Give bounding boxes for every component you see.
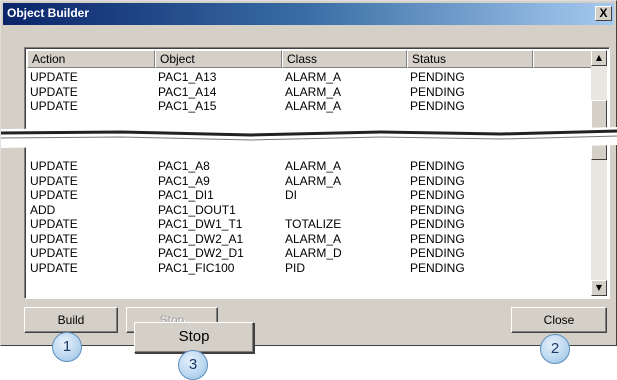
cell-status: PENDING bbox=[410, 260, 465, 275]
scroll-thumb-upper[interactable] bbox=[591, 100, 607, 136]
scroll-down-button[interactable]: ▼ bbox=[591, 280, 607, 296]
close-window-button[interactable]: X bbox=[595, 6, 612, 21]
cell-status: PENDING bbox=[410, 188, 465, 202]
cell-object: PAC1_A8 bbox=[158, 159, 210, 173]
cell-object: PAC1_A13 bbox=[158, 70, 217, 84]
table-row[interactable]: UPDATE PAC1_A15 ALARM_A PENDING bbox=[27, 99, 593, 114]
cell-status: PENDING bbox=[410, 217, 465, 231]
cell-status: PENDING bbox=[410, 231, 465, 246]
cell-status: PENDING bbox=[410, 99, 465, 113]
cell-class: TOTALIZE bbox=[285, 217, 342, 231]
cell-class: DI bbox=[285, 188, 297, 202]
object-list[interactable]: Action Object Class Status UPDATE PAC1_A1… bbox=[24, 47, 610, 299]
cell-action: UPDATE bbox=[30, 173, 78, 188]
build-button[interactable]: Build bbox=[24, 307, 118, 333]
callout-badge-1: 1 bbox=[52, 332, 82, 362]
cell-object: PAC1_DW2_D1 bbox=[158, 246, 244, 260]
close-button[interactable]: Close bbox=[511, 307, 607, 333]
cell-status: PENDING bbox=[410, 159, 465, 173]
cell-class: ALARM_D bbox=[285, 246, 342, 260]
column-header-object[interactable]: Object bbox=[155, 50, 282, 68]
list-header: Action Object Class Status bbox=[27, 50, 593, 68]
cell-class: ALARM_A bbox=[285, 70, 342, 84]
cell-object: PAC1_DI1 bbox=[158, 188, 214, 202]
cell-status: PENDING bbox=[410, 70, 465, 84]
column-header-extra[interactable] bbox=[533, 50, 593, 68]
cell-class: ALARM_A bbox=[285, 159, 342, 173]
column-header-class[interactable]: Class bbox=[282, 50, 407, 68]
cell-status: PENDING bbox=[410, 202, 465, 217]
table-row[interactable]: UPDATE PAC1_DW1_T1 TOTALIZE PENDING bbox=[27, 217, 593, 232]
cell-action: UPDATE bbox=[30, 188, 78, 202]
stop-button-callout[interactable]: Stop bbox=[134, 322, 254, 353]
object-builder-window: Object Builder X Action Object Class Sta… bbox=[0, 0, 617, 346]
cell-class: ALARM_A bbox=[285, 231, 342, 246]
cell-object: PAC1_A9 bbox=[158, 173, 210, 188]
cell-class bbox=[282, 203, 407, 218]
scroll-up-arrow-icon: ▲ bbox=[595, 53, 603, 62]
table-row[interactable]: UPDATE PAC1_DW2_A1 ALARM_A PENDING bbox=[27, 232, 593, 247]
table-row[interactable]: UPDATE PAC1_A8 ALARM_A PENDING bbox=[27, 159, 593, 174]
vertical-scrollbar[interactable]: ▲ ▼ bbox=[591, 50, 607, 296]
scroll-up-button[interactable]: ▲ bbox=[591, 50, 607, 66]
column-header-action[interactable]: Action bbox=[27, 50, 155, 68]
cell-status: PENDING bbox=[410, 246, 465, 260]
table-row[interactable]: UPDATE PAC1_FIC100 PID PENDING bbox=[27, 261, 593, 276]
cell-action: UPDATE bbox=[30, 84, 78, 99]
list-rows-bottom: UPDATE PAC1_A8 ALARM_A PENDING UPDATE PAC1_A9… bbox=[27, 159, 593, 275]
cell-action: UPDATE bbox=[30, 70, 78, 84]
scroll-down-arrow-icon: ▼ bbox=[595, 283, 603, 292]
callout-badge-2: 2 bbox=[540, 334, 570, 364]
table-row[interactable]: UPDATE PAC1_DW2_D1 ALARM_D PENDING bbox=[27, 246, 593, 261]
cell-object: PAC1_A14 bbox=[158, 84, 217, 99]
column-header-status[interactable]: Status bbox=[407, 50, 533, 68]
cell-class: PID bbox=[285, 260, 306, 275]
window-title: Object Builder bbox=[7, 6, 90, 20]
cell-action: UPDATE bbox=[30, 217, 78, 231]
cell-status: PENDING bbox=[410, 173, 465, 188]
callout-badge-3: 3 bbox=[178, 350, 208, 380]
table-row[interactable]: UPDATE PAC1_A9 ALARM_A PENDING bbox=[27, 174, 593, 189]
cell-action: UPDATE bbox=[30, 231, 78, 246]
cell-object: PAC1_DW1_T1 bbox=[158, 217, 243, 231]
cell-object: PAC1_DOUT1 bbox=[158, 202, 236, 217]
table-row[interactable]: UPDATE PAC1_A13 ALARM_A PENDING bbox=[27, 70, 593, 85]
title-bar[interactable]: Object Builder X bbox=[3, 3, 614, 25]
close-icon: X bbox=[599, 6, 608, 20]
scroll-thumb-lower[interactable] bbox=[591, 144, 607, 160]
table-row[interactable]: ADD PAC1_DOUT1 PENDING bbox=[27, 203, 593, 218]
cell-action: UPDATE bbox=[30, 99, 78, 113]
list-rows-top: UPDATE PAC1_A13 ALARM_A PENDING UPDATE PAC1_A… bbox=[27, 70, 593, 114]
cell-action: UPDATE bbox=[30, 246, 78, 260]
table-row[interactable]: UPDATE PAC1_DI1 DI PENDING bbox=[27, 188, 593, 203]
cell-object: PAC1_DW2_A1 bbox=[158, 231, 244, 246]
cell-action: ADD bbox=[30, 202, 56, 217]
cell-action: UPDATE bbox=[30, 260, 78, 275]
cell-object: PAC1_FIC100 bbox=[158, 260, 235, 275]
cell-class: ALARM_A bbox=[285, 84, 342, 99]
cell-class: ALARM_A bbox=[285, 173, 342, 188]
cell-object: PAC1_A15 bbox=[158, 99, 217, 113]
cell-status: PENDING bbox=[410, 84, 465, 99]
table-row[interactable]: UPDATE PAC1_A14 ALARM_A PENDING bbox=[27, 85, 593, 100]
cell-class: ALARM_A bbox=[285, 99, 342, 113]
cell-action: UPDATE bbox=[30, 159, 78, 173]
